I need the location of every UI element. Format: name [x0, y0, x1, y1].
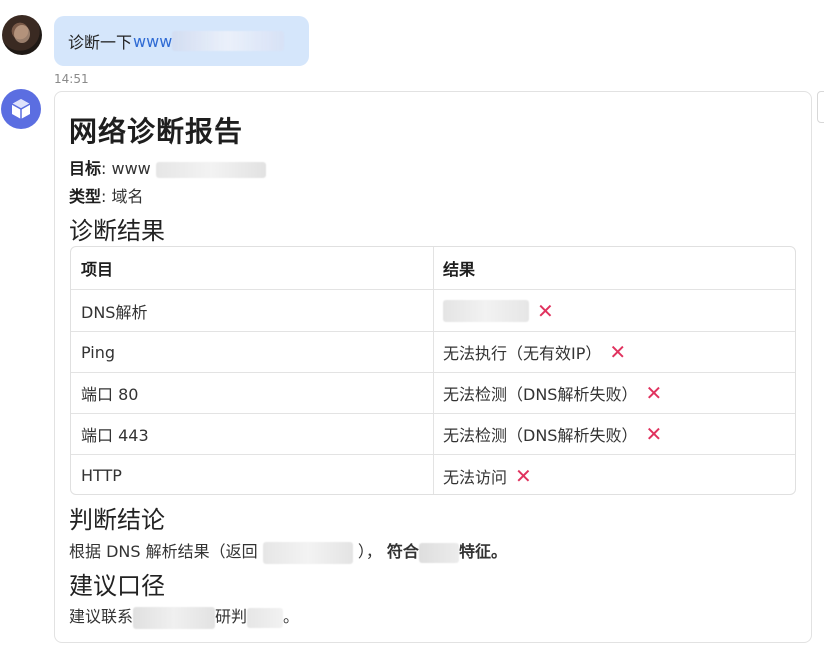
- conclusion-part-b: ），: [357, 542, 382, 561]
- target-line: 目标: www: [69, 155, 266, 179]
- table-row: DNS解析 ✕: [71, 289, 795, 331]
- row-item: HTTP: [81, 466, 122, 485]
- row-result: 无法检测（DNS解析失败） ✕: [443, 373, 662, 413]
- advice-part-b: 研判: [215, 607, 248, 626]
- conclusion-heading: 判断结论: [69, 506, 165, 534]
- target-label: 目标: [69, 159, 102, 178]
- side-action-tab[interactable]: [817, 91, 824, 123]
- row-result-text: 无法访问: [443, 467, 508, 487]
- user-message-prefix: 诊断一下: [68, 33, 133, 52]
- cross-mark-icon: ✕: [609, 340, 627, 364]
- advice-part-a: 建议联系: [69, 607, 134, 626]
- row-result: ✕: [443, 290, 554, 331]
- conclusion-part-a: 根据 DNS 解析结果（返回: [69, 542, 258, 561]
- type-line: 类型: 域名: [69, 187, 144, 206]
- table-row: 端口 443 无法检测（DNS解析失败） ✕: [71, 413, 795, 454]
- row-item: 端口 443: [81, 426, 149, 445]
- row-result-text: 无法执行（无有效IP）: [443, 344, 602, 363]
- row-item: DNS解析: [81, 302, 148, 322]
- advice-text: 建议联系 研判 。: [69, 603, 299, 629]
- conclusion-bold-a: 符合: [386, 542, 419, 561]
- type-value: 域名: [111, 187, 144, 206]
- cross-mark-icon: ✕: [537, 298, 554, 323]
- redacted-blur: [155, 161, 266, 178]
- redacted-blur: [262, 541, 353, 564]
- redacted-blur: [247, 607, 284, 628]
- cube-icon: [11, 99, 31, 119]
- table-row: HTTP 无法访问 ✕: [71, 454, 795, 494]
- type-label: 类型: [69, 187, 102, 206]
- redacted-blur: [418, 542, 459, 563]
- target-value: www: [111, 159, 151, 178]
- table-row: Ping 无法执行（无有效IP） ✕: [71, 331, 795, 372]
- message-timestamp: 14:51: [54, 72, 89, 86]
- redacted-blur: [172, 31, 285, 51]
- cross-mark-icon: ✕: [515, 463, 532, 488]
- redacted-blur: [443, 299, 529, 322]
- row-result: 无法检测（DNS解析失败） ✕: [443, 414, 662, 454]
- conclusion-text: 根据 DNS 解析结果（返回 ）， 符合 特征。: [69, 538, 507, 564]
- bot-avatar: [1, 89, 41, 129]
- row-result: 无法执行（无有效IP） ✕: [443, 332, 626, 372]
- header-item: 项目: [81, 260, 114, 279]
- advice-part-c: 。: [283, 607, 300, 626]
- row-item: 端口 80: [81, 385, 139, 404]
- user-message-link[interactable]: www: [133, 32, 172, 51]
- conclusion-bold-b: 特征。: [458, 542, 507, 561]
- row-item: Ping: [81, 342, 116, 362]
- cross-mark-icon: ✕: [645, 422, 663, 446]
- report-title: 网络诊断报告: [69, 115, 244, 148]
- user-avatar: [2, 15, 42, 55]
- header-result: 结果: [443, 260, 476, 279]
- table-row: 端口 80 无法检测（DNS解析失败） ✕: [71, 372, 795, 413]
- user-message-bubble: 诊断一下 www: [54, 16, 309, 66]
- row-result-text: 无法检测（DNS解析失败）: [443, 385, 638, 404]
- table-header-row: 项目 结果: [71, 247, 795, 289]
- row-result: 无法访问 ✕: [443, 455, 532, 494]
- row-result-text: 无法检测（DNS解析失败）: [443, 426, 638, 445]
- results-table: 项目 结果 DNS解析 ✕ Ping 无法执行（无有效IP） ✕ 端口 80 无…: [70, 246, 796, 495]
- advice-heading: 建议口径: [69, 572, 165, 600]
- redacted-blur: [133, 606, 216, 629]
- cross-mark-icon: ✕: [645, 381, 663, 405]
- results-heading: 诊断结果: [69, 217, 165, 245]
